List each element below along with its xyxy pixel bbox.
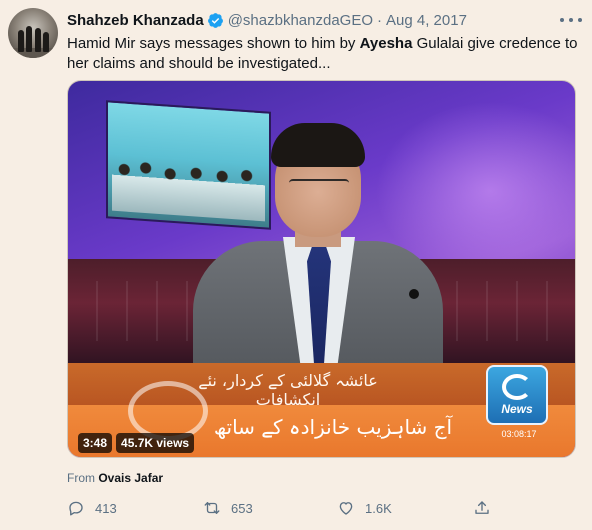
avatar-ground	[8, 48, 58, 58]
more-options-icon[interactable]	[560, 12, 582, 28]
channel-logo: News	[486, 365, 548, 425]
reply-count: 413	[95, 500, 117, 516]
tweet[interactable]: Shahzeb Khanzada @shazbkhanzdaGEO · Aug …	[0, 0, 592, 530]
tweet-header: Shahzeb Khanzada @shazbkhanzdaGEO · Aug …	[67, 10, 467, 30]
video-views: 45.7K views	[116, 433, 195, 453]
tweet-date[interactable]: Aug 4, 2017	[386, 12, 467, 29]
video-duration: 3:48	[78, 433, 113, 453]
lapel-mic	[409, 289, 419, 299]
news-anchor	[183, 119, 453, 371]
more-dot	[569, 18, 573, 22]
lower-third-program: آج شاہزیب خانزادہ کے ساتھ	[213, 415, 453, 439]
like-button[interactable]: 1.6K	[337, 496, 392, 520]
avatar-figure	[43, 32, 49, 52]
reply-icon	[69, 501, 83, 516]
tweet-text-bold: Ayesha	[359, 35, 413, 52]
avatar-figure	[26, 26, 32, 52]
reply-button[interactable]: 413	[67, 496, 117, 520]
attribution-source[interactable]: Ovais Jafar	[98, 471, 163, 485]
video-badges: 3:48 45.7K views	[78, 433, 195, 453]
retweet-count: 653	[231, 500, 253, 516]
verified-badge-icon	[207, 12, 223, 28]
video-attribution: From Ovais Jafar	[67, 471, 163, 485]
share-icon	[475, 501, 489, 514]
tweet-text: Hamid Mir says messages shown to him by …	[67, 34, 582, 74]
more-dot	[578, 18, 582, 22]
anchor-hair	[271, 123, 365, 167]
retweet-icon	[204, 502, 220, 514]
channel-logo-text: News	[501, 402, 533, 416]
avatar-figure	[18, 30, 24, 52]
anchor-glasses	[289, 179, 349, 191]
tweet-actions: 413 653 1.6K	[67, 496, 497, 520]
retweet-button[interactable]: 653	[203, 496, 253, 520]
share-button[interactable]	[473, 496, 501, 520]
avatar[interactable]	[8, 8, 58, 58]
channel-logo-mark	[502, 374, 532, 400]
lower-third-headline: عائشہ گلالئی کے کردار، نئے انکشافات	[198, 371, 378, 409]
avatar-figure	[35, 28, 41, 52]
like-icon	[339, 502, 353, 515]
user-handle[interactable]: @shazbkhanzdaGEO	[228, 12, 373, 29]
display-name[interactable]: Shahzeb Khanzada	[67, 12, 204, 29]
more-dot	[560, 18, 564, 22]
separator-dot: ·	[377, 11, 383, 29]
video-player[interactable]: عائشہ گلالئی کے کردار، نئے انکشافات آج ش…	[67, 80, 576, 458]
like-count: 1.6K	[365, 500, 392, 516]
tweet-text-start: Hamid Mir says messages shown to him by	[67, 35, 360, 52]
attribution-prefix: From	[67, 471, 95, 485]
broadcast-clock: 03:08:17	[501, 429, 537, 439]
